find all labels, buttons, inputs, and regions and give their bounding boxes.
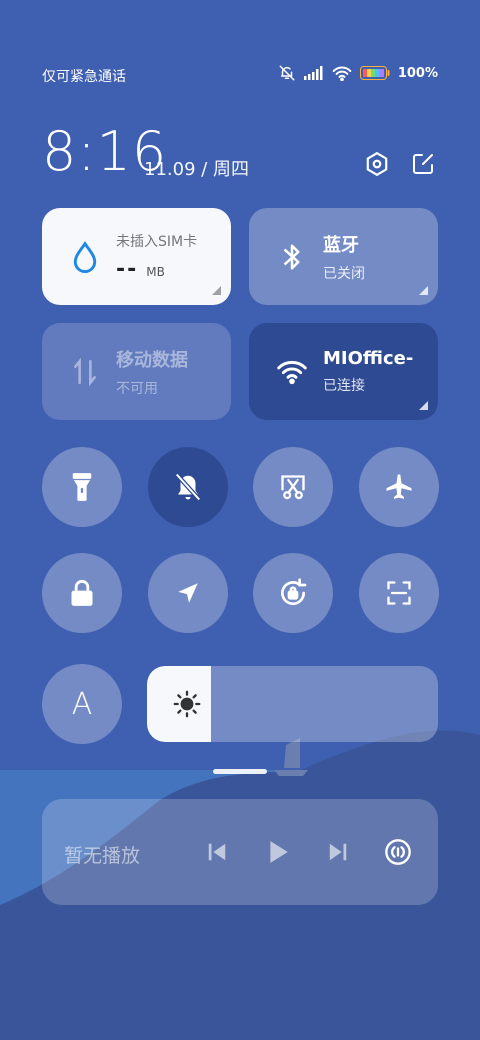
expand-corner-icon (419, 401, 428, 410)
expand-corner-icon (419, 286, 428, 295)
wifi-tile[interactable]: MIOffice- 已连接 (249, 323, 438, 420)
signal-icon (303, 66, 324, 80)
edit-icon (413, 154, 433, 174)
sun-icon (173, 690, 201, 718)
scanner-toggle[interactable] (359, 553, 439, 633)
wifi-icon (275, 355, 309, 389)
lock-icon (71, 579, 93, 606)
mobile-data-status: 不可用 (116, 380, 158, 397)
mute-toggle[interactable] (148, 447, 228, 527)
media-card[interactable]: 暂无播放 (42, 799, 438, 905)
rotation-lock-icon (281, 578, 307, 606)
date: 11.09 / 周四 (144, 159, 250, 180)
data-usage-value: -- (116, 257, 139, 282)
bluetooth-status: 已关闭 (323, 265, 365, 282)
battery-percent: 100% (397, 65, 438, 81)
location-arrow-icon (178, 583, 198, 603)
status-icons: 100% (278, 64, 438, 82)
previous-button[interactable] (200, 835, 234, 869)
bluetooth-tile[interactable]: 蓝牙 已关闭 (249, 208, 438, 305)
bluetooth-title: 蓝牙 (323, 234, 359, 256)
airplane-icon (386, 474, 412, 499)
settings-hexagon-icon (366, 151, 388, 177)
carrier-status: 仅可紧急通话 (42, 69, 126, 85)
data-usage-unit: MB (146, 265, 165, 279)
mobile-data-title: 移动数据 (116, 349, 188, 371)
lock-screen-toggle[interactable] (42, 553, 122, 633)
scan-icon (387, 581, 411, 605)
cast-button[interactable] (381, 835, 415, 869)
battery-icon (359, 66, 390, 80)
scissors-screenshot-icon (281, 475, 305, 500)
sim-status: 未插入SIM卡 (116, 234, 198, 250)
flashlight-icon (72, 473, 92, 501)
next-icon (329, 843, 347, 861)
location-toggle[interactable] (148, 553, 228, 633)
auto-brightness-label: A (71, 686, 93, 722)
water-drop-icon (68, 240, 102, 274)
next-button[interactable] (321, 835, 355, 869)
bell-muted-icon (278, 64, 296, 82)
data-usage-tile[interactable]: 未插入SIM卡 -- MB (42, 208, 231, 305)
wifi-network-name: MIOffice- (323, 348, 414, 369)
wifi-icon (332, 66, 352, 81)
mobile-data-tile[interactable]: 移动数据 不可用 (42, 323, 231, 420)
bluetooth-icon (275, 240, 309, 274)
edit-button[interactable] (408, 149, 438, 179)
bell-muted-icon (175, 473, 201, 501)
brightness-fill (147, 666, 211, 742)
play-icon (270, 841, 288, 863)
auto-brightness-toggle[interactable]: A (42, 664, 122, 744)
wifi-status: 已连接 (323, 378, 365, 394)
settings-button[interactable] (362, 149, 392, 179)
data-arrows-icon (68, 355, 102, 389)
brightness-slider[interactable] (147, 666, 438, 742)
drag-handle[interactable] (213, 769, 267, 774)
screenshot-toggle[interactable] (253, 447, 333, 527)
previous-icon (208, 843, 226, 861)
play-button[interactable] (261, 835, 295, 869)
airplane-mode-toggle[interactable] (359, 447, 439, 527)
cast-icon (385, 839, 411, 865)
flashlight-toggle[interactable] (42, 447, 122, 527)
media-status: 暂无播放 (64, 845, 141, 867)
expand-corner-icon (212, 286, 221, 295)
rotation-lock-toggle[interactable] (253, 553, 333, 633)
